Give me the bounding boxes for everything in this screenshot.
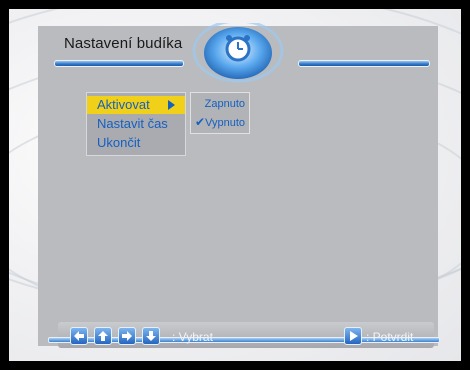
menu-item-label: Nastavit čas	[97, 116, 168, 131]
submenu-item-on[interactable]: Zapnuto	[191, 95, 249, 113]
confirm-hint: : Potvrdit	[366, 330, 414, 344]
page-title: Nastavení budíka	[64, 35, 183, 52]
alarm-menu: Aktivovat Nastavit čas Ukončit	[86, 92, 186, 156]
confirm-play-icon[interactable]	[344, 327, 362, 345]
menu-item-label: Ukončit	[97, 135, 141, 150]
submenu-item-label: Vypnuto	[205, 117, 246, 129]
select-hint: : Vybrat	[172, 330, 213, 344]
alarm-clock-icon	[192, 19, 284, 85]
down-arrow-icon[interactable]	[142, 327, 160, 345]
up-arrow-icon[interactable]	[94, 327, 112, 345]
tv-frame: Nastavení budíka Aktivovat Nastavit čas …	[0, 0, 470, 370]
menu-item-set-time[interactable]: Nastavit čas	[87, 115, 185, 133]
menu-item-exit[interactable]: Ukončit	[87, 134, 185, 152]
left-arrow-icon[interactable]	[70, 327, 88, 345]
submenu-arrow-icon	[168, 100, 175, 110]
submenu-item-label: Zapnuto	[204, 98, 245, 110]
title-underline-right	[298, 60, 430, 67]
menu-item-label: Aktivovat	[97, 97, 150, 112]
activate-submenu: Zapnuto ✔Vypnuto	[190, 92, 250, 134]
submenu-item-off[interactable]: ✔Vypnuto	[191, 113, 249, 131]
menu-item-activate[interactable]: Aktivovat	[87, 96, 185, 114]
right-arrow-icon[interactable]	[118, 327, 136, 345]
title-underline-left	[54, 60, 184, 67]
check-icon: ✔	[195, 115, 206, 129]
